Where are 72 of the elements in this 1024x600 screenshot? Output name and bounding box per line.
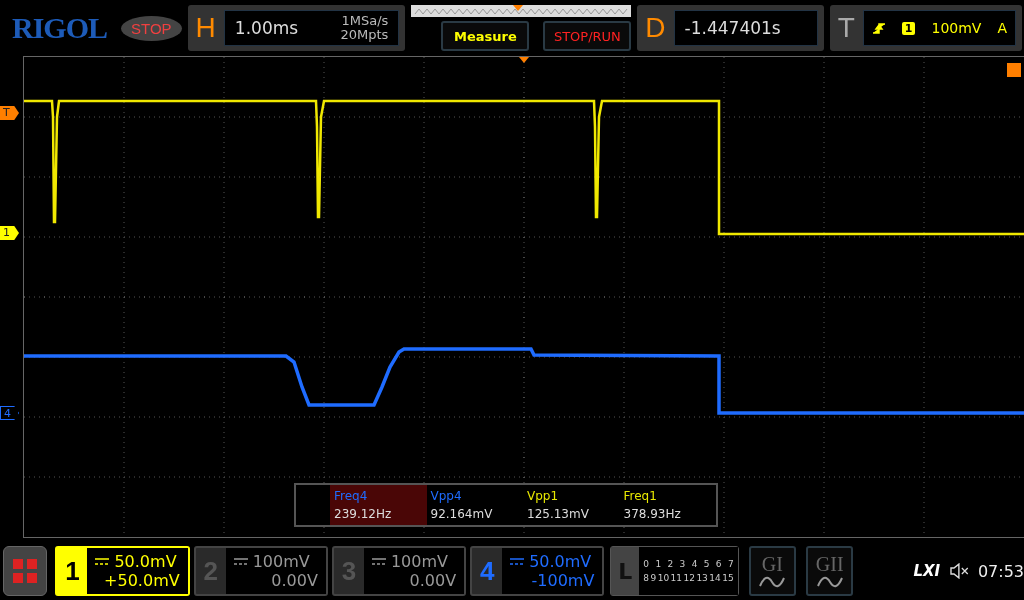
logic-channel-number: 6 xyxy=(715,559,722,569)
measurement-name: Vpp4 xyxy=(430,489,463,503)
logic-channel-number: 10 xyxy=(657,573,670,583)
channel-button[interactable]: 4 50.0mV -100mV xyxy=(470,546,605,596)
channel-offset: -100mV xyxy=(530,571,595,590)
channel-offset: +50.0mV xyxy=(103,571,180,590)
measure-button[interactable]: Measure xyxy=(441,21,530,51)
logic-channel-number: 3 xyxy=(679,559,686,569)
sine-wave-icon xyxy=(759,576,786,588)
speaker-muted-icon xyxy=(950,563,970,579)
logic-channel-number: 12 xyxy=(683,573,695,583)
measurement-value: 239.12Hz xyxy=(334,507,393,521)
logic-channel-number: 14 xyxy=(709,573,721,583)
measurement-name: Vpp1 xyxy=(527,489,560,503)
horizontal-label: H xyxy=(195,12,216,44)
trace-marker[interactable]: 4 xyxy=(0,406,19,420)
channel-scale: 100mV xyxy=(252,552,310,571)
logic-channel-number: 1 xyxy=(655,559,662,569)
measurement-item[interactable]: Freq4 239.12Hz xyxy=(330,485,427,525)
trigger-label: T xyxy=(837,12,855,44)
trigger-mode: A xyxy=(997,20,1007,36)
sine-wave-icon xyxy=(816,576,843,588)
dc-coupling-icon xyxy=(510,557,525,566)
trigger-panel[interactable]: T 1 100mV A xyxy=(829,5,1022,51)
measurement-value: 92.164mV xyxy=(430,507,494,521)
stop-run-button[interactable]: STOP/RUN xyxy=(543,21,632,51)
delay-label: D xyxy=(645,12,666,44)
channel-button[interactable]: 1 50.0mV +50.0mV xyxy=(55,546,190,596)
channel-scale: 50.0mV xyxy=(114,552,177,571)
horizontal-panel[interactable]: H 1.00ms 1MSa/s 20Mpts xyxy=(187,5,406,51)
delay-panel[interactable]: D -1.447401s xyxy=(637,5,824,51)
channel-scale: 100mV xyxy=(390,552,448,571)
channel-offset: 0.00V xyxy=(408,571,457,590)
logic-channel-number: 2 xyxy=(667,559,674,569)
channel-scale: 50.0mV xyxy=(529,552,592,571)
trace-marker[interactable]: 1 xyxy=(0,226,19,240)
delay-value: -1.447401s xyxy=(684,18,781,38)
logic-channel-number: 5 xyxy=(703,559,710,569)
sample-rate: 1MSa/s xyxy=(341,14,389,28)
trigger-source-badge: 1 xyxy=(901,21,916,35)
timebase-value: 1.00ms xyxy=(234,18,299,38)
trigger-position-marker xyxy=(519,57,529,63)
logic-channel-number: 7 xyxy=(727,559,734,569)
measurement-item[interactable]: Freq1 378.93Hz xyxy=(619,485,716,525)
run-state-badge: STOP xyxy=(121,15,182,41)
channel-offset: 0.00V xyxy=(270,571,318,590)
measurement-item[interactable]: Vpp4 92.164mV xyxy=(426,485,523,525)
measurement-item[interactable]: Vpp1 125.13mV xyxy=(523,485,620,525)
trace-marker[interactable]: T xyxy=(0,106,19,120)
dc-coupling-icon xyxy=(95,557,110,566)
logic-channel-number: 13 xyxy=(696,573,708,583)
grid-squares-icon xyxy=(12,558,39,584)
rising-edge-icon xyxy=(871,21,886,35)
brand-logo: RIGOL xyxy=(12,11,108,45)
trigger-threshold: 100mV xyxy=(931,20,982,36)
logic-channel-number: 15 xyxy=(722,573,734,583)
measurement-name: Freq4 xyxy=(334,489,369,503)
dc-coupling-icon xyxy=(233,557,248,566)
dc-coupling-icon xyxy=(371,557,386,566)
logic-channel-number: 8 xyxy=(643,573,650,583)
menu-button[interactable] xyxy=(3,546,48,596)
measurement-value: 378.93Hz xyxy=(623,507,682,521)
memory-depth: 20Mpts xyxy=(340,28,389,42)
logic-channel-number: 4 xyxy=(691,559,698,569)
logic-channel-number: 9 xyxy=(650,573,657,583)
logic-channel-number: 0 xyxy=(643,559,650,569)
measurement-name: Freq1 xyxy=(623,489,658,503)
trigger-offset-marker xyxy=(1007,63,1021,77)
lxi-logo: LXI xyxy=(913,562,941,580)
clock-time: 07:53 xyxy=(977,561,1024,581)
logic-channel-number: 11 xyxy=(670,573,683,583)
measurement-value: 125.13mV xyxy=(527,507,590,521)
